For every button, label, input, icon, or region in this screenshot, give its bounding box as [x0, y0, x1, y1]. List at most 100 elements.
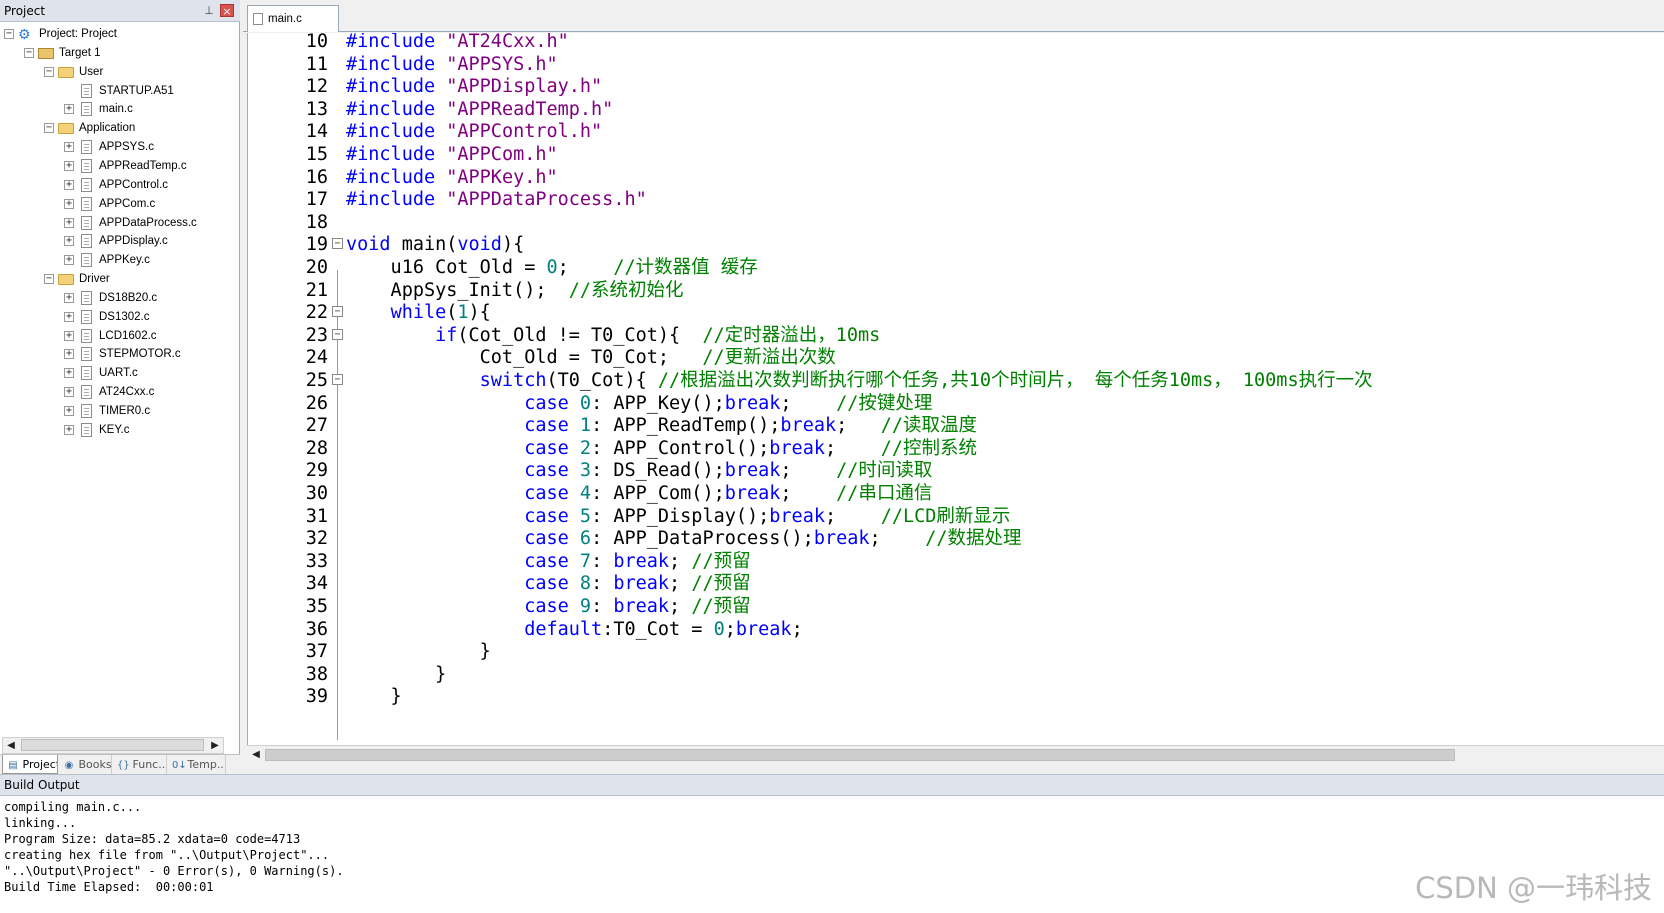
scrollbar-thumb[interactable]: [265, 749, 1455, 761]
code-line[interactable]: 37 }: [248, 640, 1664, 664]
code-line[interactable]: 39 }: [248, 685, 1664, 709]
code-line[interactable]: 33 case 7: break; //预留: [248, 550, 1664, 574]
code-line[interactable]: 16 #include "APPKey.h": [248, 166, 1664, 190]
expand-icon[interactable]: +: [64, 387, 74, 397]
expand-icon[interactable]: +: [64, 331, 74, 341]
code-line[interactable]: 20 u16 Cot_Old = 0; //计数器值 缓存: [248, 256, 1664, 280]
tree-item[interactable]: + APPDisplay.c: [64, 231, 230, 251]
tree-item[interactable]: + KEY.c: [64, 420, 230, 440]
tree-item-label: STARTUP.A51: [99, 85, 174, 97]
expand-icon[interactable]: +: [64, 180, 74, 190]
code-line[interactable]: 38 }: [248, 663, 1664, 687]
code-token: 9: [579, 596, 592, 617]
code-line[interactable]: 13 #include "APPReadTemp.h": [248, 98, 1664, 122]
tree-item[interactable]: + APPSYS.c: [64, 137, 230, 157]
scroll-left-icon[interactable]: ◀: [249, 747, 263, 762]
code-line[interactable]: 24 Cot_Old = T0_Cot; //更新溢出次数: [248, 346, 1664, 370]
code-line[interactable]: 22− while(1){: [248, 301, 1664, 325]
tree-item[interactable]: + STEPMOTOR.c: [64, 344, 230, 364]
code-line[interactable]: 32 case 6: APP_DataProcess();break; //数据…: [248, 527, 1664, 551]
code-line[interactable]: 11 #include "APPSYS.h": [248, 53, 1664, 77]
tree-horizontal-scrollbar[interactable]: ◀ ▶: [2, 737, 224, 754]
expand-icon[interactable]: +: [64, 406, 74, 416]
tree-item[interactable]: + UART.c: [64, 363, 230, 383]
tree-item[interactable]: − Driver: [44, 269, 230, 289]
tree-item[interactable]: + DS18B20.c: [64, 288, 230, 308]
expand-icon[interactable]: +: [64, 218, 74, 228]
tree-item[interactable]: + LCD1602.c: [64, 326, 230, 346]
tree-item[interactable]: + AT24Cxx.c: [64, 382, 230, 402]
code-line[interactable]: 19− void main(void){: [248, 233, 1664, 257]
editor-horizontal-scrollbar[interactable]: ◀: [247, 745, 1664, 763]
code-line[interactable]: 14 #include "APPControl.h": [248, 120, 1664, 144]
code-line[interactable]: 34 case 8: break; //预留: [248, 572, 1664, 596]
pin-icon[interactable]: ⊥: [202, 3, 216, 18]
fold-toggle-icon[interactable]: −: [332, 238, 343, 250]
code-line[interactable]: 27 case 1: APP_ReadTemp();break; //读取温度: [248, 414, 1664, 438]
tab-functions[interactable]: {} Func...: [113, 755, 167, 774]
fold-toggle-icon[interactable]: −: [332, 328, 343, 340]
code-line[interactable]: 15 #include "APPCom.h": [248, 143, 1664, 167]
code-text: Cot_Old = T0_Cot; //更新溢出次数: [346, 346, 836, 370]
tree-item[interactable]: STARTUP.A51: [64, 81, 230, 101]
code-token: ;: [724, 618, 736, 640]
code-line[interactable]: 21 AppSys_Init(); //系统初始化: [248, 279, 1664, 303]
expand-icon[interactable]: +: [64, 368, 74, 378]
tree-item[interactable]: − ⚙ Project: Project: [4, 24, 230, 44]
tree-item[interactable]: + APPCom.c: [64, 194, 230, 214]
tree-item[interactable]: + APPReadTemp.c: [64, 156, 230, 176]
expand-icon[interactable]: +: [64, 293, 74, 303]
scrollbar-thumb[interactable]: [21, 739, 204, 751]
fold-toggle-icon[interactable]: −: [332, 306, 343, 318]
expand-icon[interactable]: +: [64, 349, 74, 359]
expand-icon[interactable]: +: [64, 104, 74, 114]
tree-item[interactable]: + APPKey.c: [64, 250, 230, 270]
tab-project[interactable]: ▤ Project: [2, 755, 58, 774]
tree-item[interactable]: + main.c: [64, 99, 230, 119]
code-line[interactable]: 26 case 0: APP_Key();break; //按键处理: [248, 392, 1664, 416]
code-line[interactable]: 12 #include "APPDisplay.h": [248, 75, 1664, 99]
code-token: void: [346, 234, 391, 256]
tree-item[interactable]: − Application: [44, 118, 230, 138]
tab-templates[interactable]: 0↓ Temp...: [168, 755, 226, 774]
code-line[interactable]: 10 #include "AT24Cxx.h": [248, 33, 1664, 54]
tree-item[interactable]: + DS1302.c: [64, 307, 230, 327]
code-line[interactable]: 31 case 5: APP_Display();break; //LCD刷新显…: [248, 505, 1664, 529]
code-editor[interactable]: 10 #include "AT24Cxx.h" 11 #include "APPSYS…: [247, 33, 1664, 745]
collapse-icon[interactable]: −: [24, 48, 34, 58]
expand-icon[interactable]: +: [64, 236, 74, 246]
fold-toggle-icon[interactable]: −: [332, 374, 343, 385]
code-line[interactable]: 25− switch(T0_Cot){ //根据溢出次数判断执行哪个任务,共10…: [248, 369, 1664, 393]
scroll-left-icon[interactable]: ◀: [3, 738, 19, 753]
code-token: //读取温度: [880, 415, 977, 437]
code-line[interactable]: 36 default:T0_Cot = 0;break;: [248, 618, 1664, 642]
expand-icon[interactable]: +: [64, 425, 74, 435]
collapse-icon[interactable]: −: [44, 274, 54, 284]
tree-item[interactable]: + TIMER0.c: [64, 401, 230, 421]
collapse-icon[interactable]: −: [4, 29, 14, 39]
collapse-icon[interactable]: −: [44, 67, 54, 77]
code-line[interactable]: 28 case 2: APP_Control();break; //控制系统: [248, 437, 1664, 461]
tree-item[interactable]: + APPDataProcess.c: [64, 213, 230, 233]
code-line[interactable]: 23− if(Cot_Old != T0_Cot){ //定时器溢出，10ms: [248, 324, 1664, 348]
scroll-right-icon[interactable]: ▶: [207, 738, 223, 753]
code-line[interactable]: 35 case 9: break; //预留: [248, 595, 1664, 619]
tab-main-c[interactable]: main.c: [247, 5, 339, 32]
code-line[interactable]: 29 case 3: DS_Read();break; //时间读取: [248, 459, 1664, 483]
tree-item[interactable]: − User: [44, 62, 230, 82]
expand-icon[interactable]: +: [64, 161, 74, 171]
code-line[interactable]: 17 #include "APPDataProcess.h": [248, 188, 1664, 212]
code-line[interactable]: 30 case 4: APP_Com();break; //串口通信: [248, 482, 1664, 506]
expand-icon[interactable]: +: [64, 142, 74, 152]
expand-icon[interactable]: +: [64, 199, 74, 209]
code-line[interactable]: 18: [248, 211, 1664, 235]
close-icon[interactable]: ×: [220, 4, 234, 18]
expand-icon[interactable]: +: [64, 312, 74, 322]
tree-item[interactable]: − Target 1: [24, 43, 230, 63]
tab-books[interactable]: ◉ Books: [59, 755, 112, 774]
collapse-icon[interactable]: −: [44, 123, 54, 133]
expand-icon[interactable]: +: [64, 255, 74, 265]
code-token: break: [769, 437, 825, 459]
tree-item[interactable]: + APPControl.c: [64, 175, 230, 195]
